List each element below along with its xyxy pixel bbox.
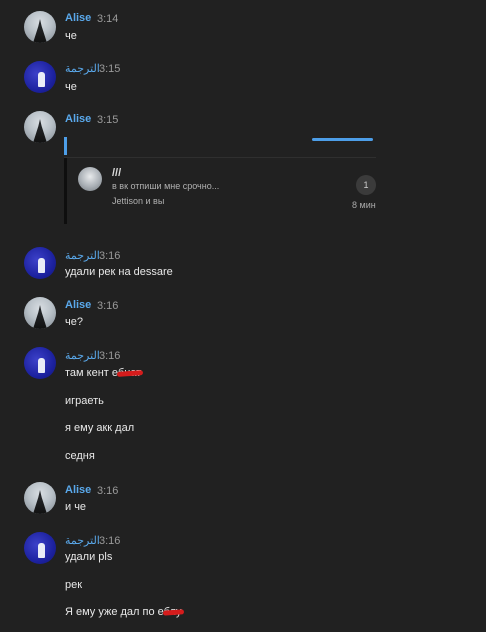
author-name[interactable]: Alise (65, 299, 91, 311)
quote-bar (64, 137, 67, 155)
message-text: Я ему уже дал по еблу (65, 606, 182, 618)
message-text: там кент ебнат (65, 367, 141, 379)
avatar[interactable] (24, 111, 56, 143)
author-name[interactable]: Alise (65, 113, 91, 125)
avatar[interactable] (24, 61, 56, 93)
avatar[interactable] (24, 347, 56, 379)
author-name[interactable]: Alise (65, 12, 91, 24)
message-fragment: Я ему уже дал по е (65, 606, 164, 618)
message-text: я ему акк дал (65, 422, 135, 434)
timestamp: 3:16 (97, 485, 119, 497)
message-text: че (65, 81, 77, 93)
timestamp: 3:16 (99, 250, 121, 262)
message-text: че (65, 30, 77, 42)
timestamp: 3:14 (97, 13, 119, 25)
author-name[interactable]: الترجمة (65, 249, 100, 262)
author-name[interactable]: الترجمة (65, 62, 100, 75)
timestamp: 3:16 (99, 535, 121, 547)
message-text: че? (65, 316, 83, 328)
avatar[interactable] (24, 11, 56, 43)
chat-members: Jettison и вы (112, 196, 165, 206)
chat-avatar (78, 167, 102, 191)
message-text: удали pls (65, 551, 113, 563)
divider (64, 157, 376, 158)
message-fragment: там кент е (65, 367, 118, 379)
timestamp: 3:15 (99, 63, 121, 75)
message-text: и че (65, 501, 87, 513)
unread-badge: 1 (356, 175, 376, 195)
redacted-text: бнат (118, 367, 142, 379)
avatar[interactable] (24, 482, 56, 514)
avatar[interactable] (24, 532, 56, 564)
chat-time: 8 мин (352, 200, 376, 210)
author-name[interactable]: الترجمة (65, 349, 100, 362)
message-text: рек (65, 579, 83, 591)
message-text: седня (65, 450, 95, 462)
progress-accent (312, 138, 373, 141)
timestamp: 3:15 (97, 114, 119, 126)
message-text: удали рек на dessare (65, 266, 173, 278)
timestamp: 3:16 (99, 350, 121, 362)
author-name[interactable]: الترجمة (65, 534, 100, 547)
embed-bar (64, 158, 67, 224)
avatar[interactable] (24, 247, 56, 279)
redacted-text: блу (163, 606, 182, 618)
avatar[interactable] (24, 297, 56, 329)
chat-preview: в вк отпиши мне срочно... (112, 181, 220, 191)
chat-title: /// (112, 167, 122, 179)
timestamp: 3:16 (97, 300, 119, 312)
author-name[interactable]: Alise (65, 484, 91, 496)
message-text: играеть (65, 395, 104, 407)
